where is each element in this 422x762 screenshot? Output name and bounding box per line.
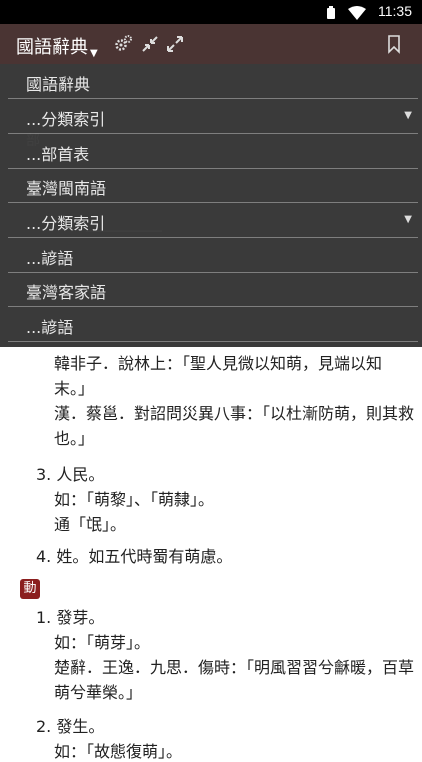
citation-line: 韓非子．說林上：「聖人見微以知萌，見端以知 (54, 354, 383, 373)
definition-heading: 2. 發生。 (36, 717, 105, 736)
menu-item-label: ...諺語 (26, 318, 74, 337)
menu-item-label: ...諺語 (26, 249, 74, 268)
citation-line: 楚辭．王逸．九思．傷時：「明風習習兮龢暖，百草 (54, 658, 415, 677)
menu-item-taiwanese-hokkien[interactable]: 臺灣閩南語 (8, 168, 418, 203)
dropdown-caret-icon: ▼ (404, 110, 412, 121)
citation-line: 末。」 (54, 379, 95, 398)
menu-item-label: 臺灣閩南語 (26, 179, 107, 198)
settings-icon[interactable] (113, 34, 133, 54)
example-line: 如：「故態復萌」。 (54, 742, 183, 761)
citation-line: 萌兮華榮。」 (54, 683, 143, 702)
definition-heading: 3. 人民。 (36, 465, 105, 484)
content-area: 部 ───────── 國語辭典 ...分類索引 ▼ ...部首表 臺灣閩南語 … (0, 64, 422, 761)
toolbar-title: 國語辭典 (16, 37, 88, 58)
dropdown-caret-icon: ▼ (404, 214, 412, 225)
menu-item-proverbs-hakka[interactable]: ...諺語 (8, 307, 418, 342)
menu-item-category-index[interactable]: ...分類索引 ▼ (8, 99, 418, 134)
menu-item-label: ...分類索引 (26, 110, 106, 129)
status-bar: 11:35 (0, 0, 422, 24)
example-line: 如：「萌芽」。 (54, 633, 151, 652)
definition-heading: 4. 姓。如五代時蜀有萌慮。 (36, 547, 233, 566)
menu-item-proverbs-hokkien[interactable]: ...諺語 (8, 238, 418, 273)
menu-item-label: ...部首表 (26, 145, 90, 164)
entry-definition: 韓非子．說林上：「聖人見微以知萌，見端以知 末。」 漢．蔡邕．對詔問災異八事：「… (0, 347, 422, 761)
battery-icon (326, 5, 336, 24)
menu-item-label: 國語辭典 (26, 75, 91, 94)
example-line: 通「氓」。 (54, 515, 127, 534)
definition-heading: 1. 發芽。 (36, 608, 105, 627)
wifi-icon (348, 5, 366, 24)
collapse-icon[interactable] (140, 34, 160, 54)
menu-item-guoyu-dictionary[interactable]: 國語辭典 (8, 64, 418, 99)
bookmark-icon[interactable] (384, 34, 404, 54)
menu-item-category-index-hokkien[interactable]: ...分類索引 ▼ (8, 203, 418, 238)
example-line: 如：「萌黎」、「萌隸」。 (54, 490, 215, 509)
menu-item-taiwanese-hakka[interactable]: 臺灣客家語 (8, 272, 418, 307)
citation-line: 漢．蔡邕．對詔問災異八事：「以杜漸防萌，則其救 (54, 404, 415, 423)
part-of-speech-badge: 動 (20, 579, 40, 599)
app-toolbar: 國語辭典 ▼ (0, 24, 422, 64)
menu-item-label: 臺灣客家語 (26, 283, 107, 302)
dropdown-arrow-icon: ▼ (90, 48, 98, 59)
expand-icon[interactable] (165, 34, 185, 54)
status-time: 11:35 (378, 3, 412, 19)
menu-item-label: ...分類索引 (26, 214, 106, 233)
dictionary-dropdown-menu: 國語辭典 ...分類索引 ▼ ...部首表 臺灣閩南語 ...分類索引 ▼ ..… (0, 64, 422, 347)
citation-line: 也。」 (54, 429, 95, 448)
dictionary-selector[interactable]: 國語辭典 ▼ (16, 33, 98, 59)
menu-item-radical-table[interactable]: ...部首表 (8, 134, 418, 169)
